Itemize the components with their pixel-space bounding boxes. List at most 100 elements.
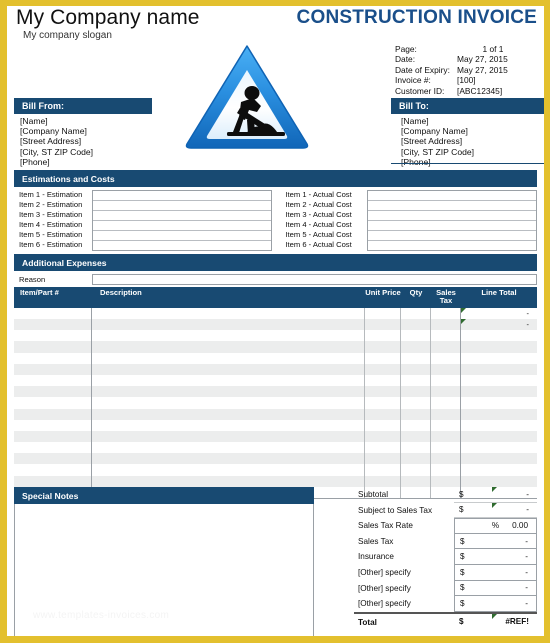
table-row[interactable] — [14, 475, 537, 487]
row-cell-sales-tax[interactable] — [431, 408, 461, 420]
table-row[interactable] — [14, 408, 537, 420]
row-cell-sales-tax[interactable] — [431, 386, 461, 398]
row-cell-unit-price[interactable] — [365, 464, 401, 476]
row-cell-description[interactable] — [92, 352, 365, 364]
row-cell-description[interactable] — [92, 430, 365, 443]
row-cell-unit-price[interactable] — [365, 397, 401, 409]
row-cell-unit-price[interactable] — [365, 374, 401, 387]
estimation-input-1[interactable] — [93, 191, 271, 201]
bill-from-body[interactable]: [Name] [Company Name] [Street Address] [… — [14, 114, 152, 167]
row-cell-qty[interactable] — [401, 430, 431, 443]
actual-cost-input-4[interactable] — [368, 221, 536, 231]
actual-cost-input-5[interactable] — [368, 231, 536, 241]
row-cell-line-total[interactable] — [461, 386, 537, 397]
row-cell-line-total[interactable] — [461, 476, 537, 487]
row-cell-line-total[interactable] — [461, 464, 537, 475]
row-cell-unit-price[interactable] — [365, 330, 401, 342]
row-cell-item[interactable] — [14, 352, 92, 364]
row-cell-qty[interactable] — [401, 475, 431, 487]
row-cell-sales-tax[interactable] — [431, 419, 461, 431]
row-cell-qty[interactable] — [401, 408, 431, 420]
row-cell-description[interactable] — [92, 419, 365, 431]
table-row[interactable] — [14, 453, 537, 465]
row-cell-description[interactable] — [92, 374, 365, 387]
table-row[interactable] — [14, 397, 537, 409]
row-cell-line-total[interactable] — [461, 397, 537, 408]
row-cell-qty[interactable] — [401, 453, 431, 465]
row-cell-description[interactable] — [92, 397, 365, 409]
row-cell-sales-tax[interactable] — [431, 430, 461, 443]
row-cell-sales-tax[interactable] — [431, 374, 461, 387]
row-cell-unit-price[interactable] — [365, 408, 401, 420]
row-cell-item[interactable] — [14, 464, 92, 476]
row-cell-sales-tax[interactable] — [431, 352, 461, 364]
table-row[interactable] — [14, 464, 537, 476]
row-cell-line-total[interactable] — [461, 442, 537, 453]
row-cell-line-total[interactable] — [461, 341, 537, 352]
row-cell-unit-price[interactable] — [365, 352, 401, 364]
row-cell-unit-price[interactable] — [365, 386, 401, 398]
row-cell-qty[interactable] — [401, 307, 431, 319]
table-row[interactable] — [14, 442, 537, 454]
row-cell-qty[interactable] — [401, 330, 431, 342]
estimation-input-5[interactable] — [93, 231, 271, 241]
totals-row-value[interactable]: $ - — [454, 533, 537, 550]
row-cell-unit-price[interactable] — [365, 430, 401, 443]
row-cell-line-total[interactable] — [461, 409, 537, 420]
row-cell-unit-price[interactable] — [365, 419, 401, 431]
row-cell-description[interactable] — [92, 341, 365, 353]
table-row[interactable] — [14, 341, 537, 353]
table-row[interactable] — [14, 386, 537, 398]
row-cell-qty[interactable] — [401, 363, 431, 375]
row-cell-line-total[interactable] — [461, 420, 537, 431]
row-cell-line-total[interactable] — [461, 431, 537, 442]
row-cell-item[interactable] — [14, 386, 92, 398]
row-cell-unit-price[interactable] — [365, 363, 401, 375]
row-cell-description[interactable] — [92, 475, 365, 487]
row-cell-unit-price[interactable] — [365, 341, 401, 353]
row-cell-item[interactable] — [14, 397, 92, 409]
row-cell-sales-tax[interactable] — [431, 341, 461, 353]
estimation-input-6[interactable] — [93, 241, 271, 251]
row-cell-description[interactable] — [92, 330, 365, 342]
row-cell-line-total[interactable]: - — [461, 319, 537, 330]
row-cell-item[interactable] — [14, 442, 92, 454]
totals-row-value[interactable]: $ - — [454, 549, 537, 565]
row-cell-unit-price[interactable] — [365, 442, 401, 454]
row-cell-qty[interactable] — [401, 386, 431, 398]
table-row[interactable] — [14, 330, 537, 342]
row-cell-item[interactable] — [14, 307, 92, 319]
totals-row-value[interactable]: $ - — [454, 580, 537, 597]
table-row[interactable]: - — [14, 319, 537, 331]
row-cell-unit-price[interactable] — [365, 475, 401, 487]
row-cell-description[interactable] — [92, 363, 365, 375]
estimation-input-2[interactable] — [93, 201, 271, 211]
estimation-input-4[interactable] — [93, 221, 271, 231]
row-cell-line-total[interactable] — [461, 364, 537, 375]
actual-cost-input-6[interactable] — [368, 241, 536, 251]
row-cell-sales-tax[interactable] — [431, 330, 461, 342]
row-cell-unit-price[interactable] — [365, 319, 401, 331]
row-cell-sales-tax[interactable] — [431, 363, 461, 375]
row-cell-qty[interactable] — [401, 464, 431, 476]
row-cell-line-total[interactable] — [461, 353, 537, 364]
actual-cost-input-3[interactable] — [368, 211, 536, 221]
row-cell-sales-tax[interactable] — [431, 319, 461, 331]
table-row[interactable] — [14, 363, 537, 375]
row-cell-line-total[interactable] — [461, 375, 537, 386]
row-cell-qty[interactable] — [401, 341, 431, 353]
row-cell-description[interactable] — [92, 442, 365, 454]
row-cell-sales-tax[interactable] — [431, 397, 461, 409]
row-cell-line-total[interactable]: - — [461, 307, 537, 319]
table-row[interactable] — [14, 352, 537, 364]
row-cell-sales-tax[interactable] — [431, 453, 461, 465]
actual-cost-input-2[interactable] — [368, 201, 536, 211]
special-notes-input[interactable]: www.templates-invoices.com — [14, 504, 314, 636]
reason-input[interactable] — [92, 274, 537, 285]
estimation-input-3[interactable] — [93, 211, 271, 221]
row-cell-item[interactable] — [14, 475, 92, 487]
row-cell-description[interactable] — [92, 307, 365, 319]
table-row[interactable] — [14, 430, 537, 443]
row-cell-line-total[interactable] — [461, 330, 537, 341]
row-cell-item[interactable] — [14, 341, 92, 353]
